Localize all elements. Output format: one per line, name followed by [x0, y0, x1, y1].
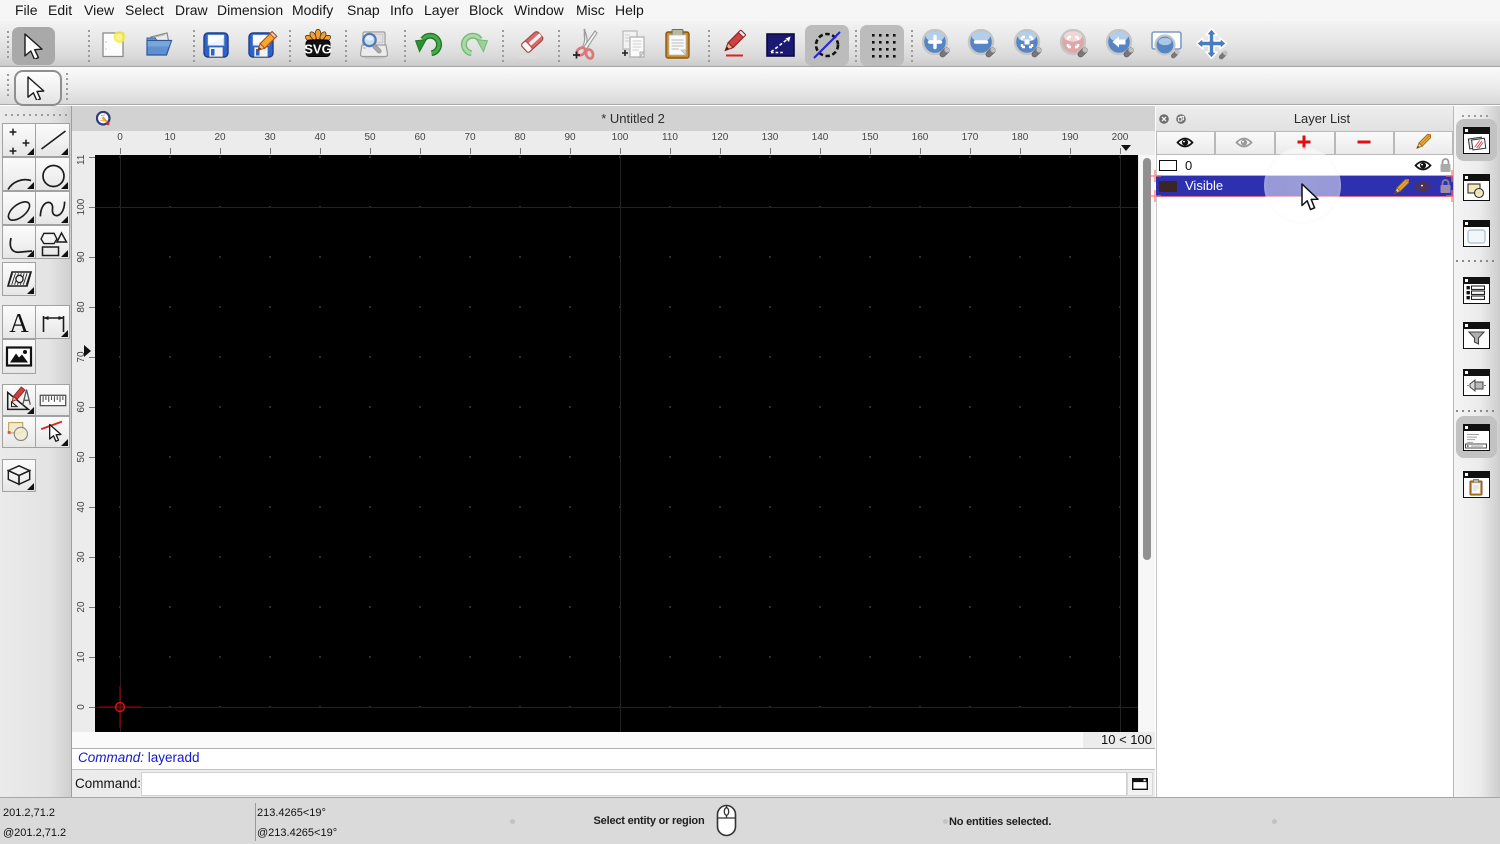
svg-text:SVG: SVG — [304, 42, 331, 57]
svg-text:A: A — [9, 308, 29, 338]
